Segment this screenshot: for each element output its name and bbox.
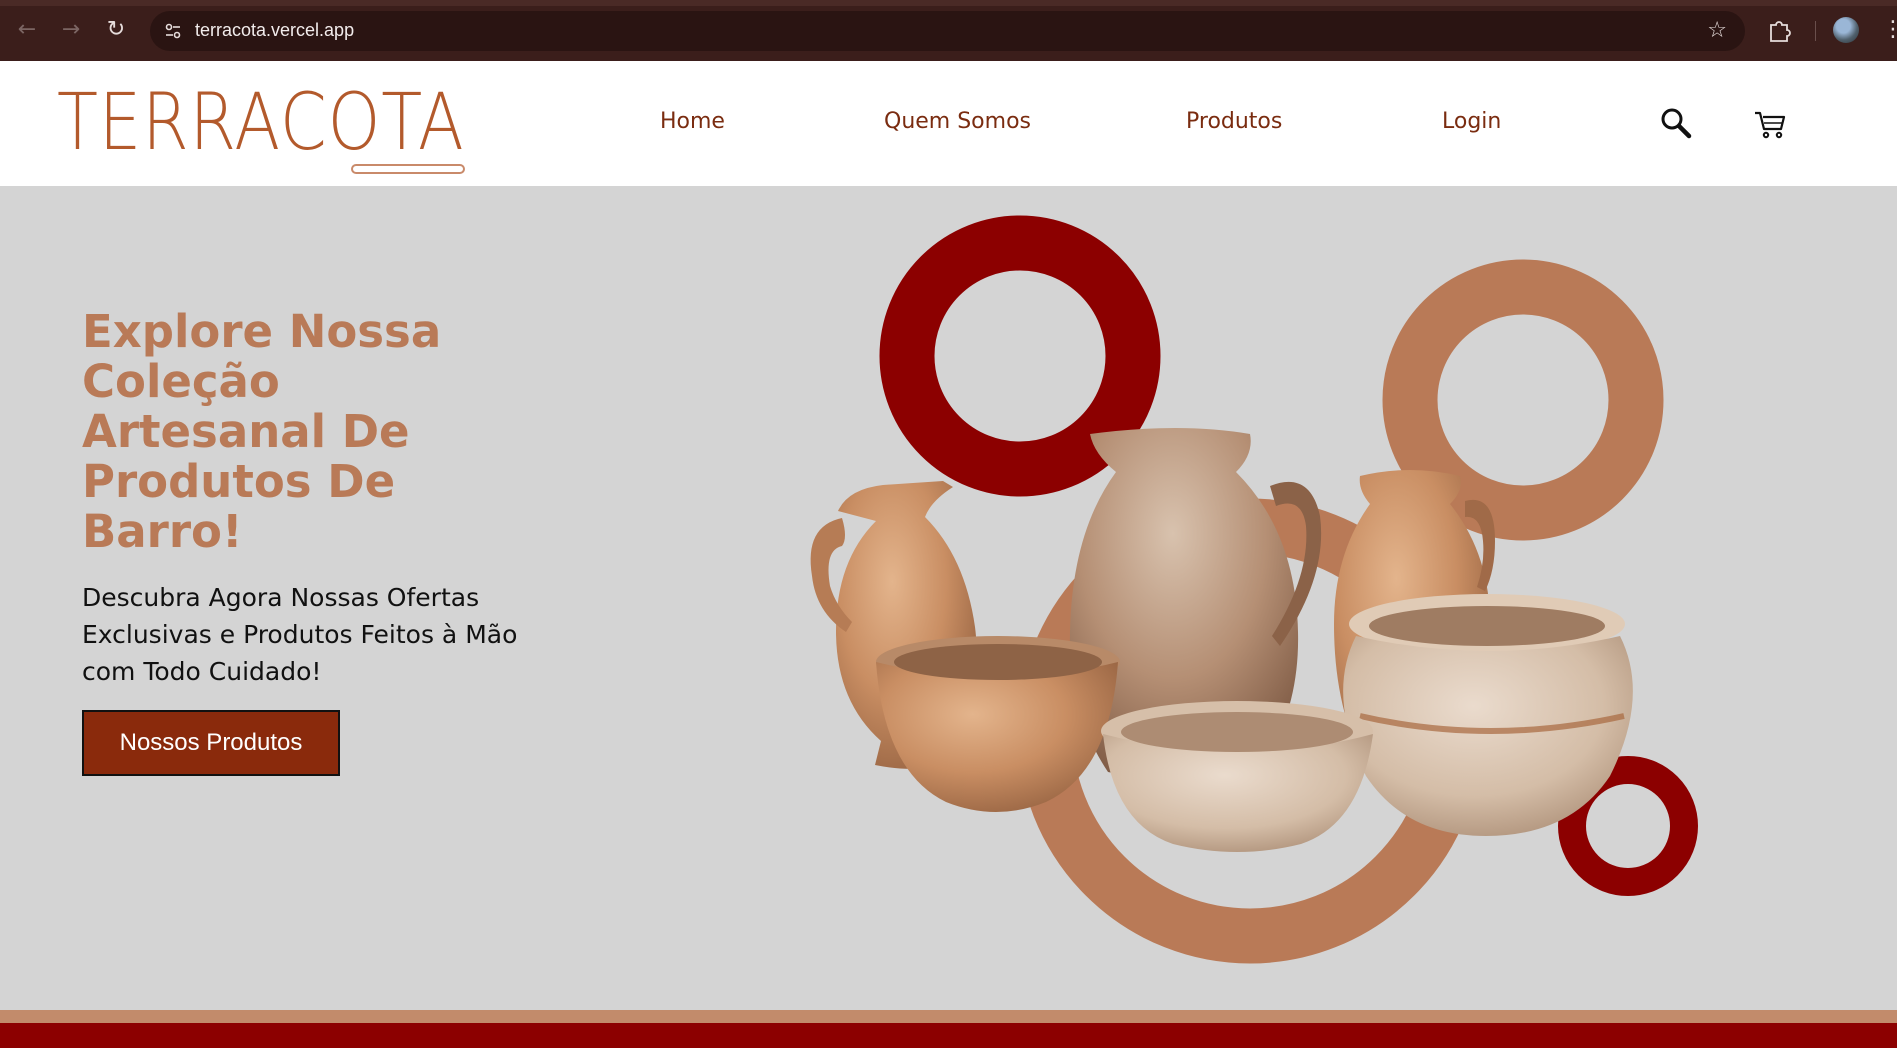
profile-avatar[interactable] (1833, 17, 1859, 43)
nossos-produtos-button[interactable]: Nossos Produtos (82, 710, 340, 776)
hero-subtitle: Descubra Agora Nossas Ofertas Exclusivas… (82, 583, 518, 686)
bowl-center (1101, 701, 1373, 852)
hero-title: Explore Nossa Coleção Artesanal De Produ… (82, 305, 442, 558)
tab-strip (0, 0, 1897, 6)
more-vertical-icon[interactable]: ⋮ (1882, 17, 1897, 43)
site-header: TERRACOTA Home Quem Somos Produtos Login (0, 61, 1897, 186)
back-arrow-icon[interactable]: ← (14, 17, 40, 43)
nav-home[interactable]: Home (660, 109, 725, 134)
logo-text: TERRACOTA (57, 78, 465, 168)
site-info-icon[interactable] (164, 22, 182, 40)
cart-icon[interactable] (1752, 106, 1788, 142)
star-icon[interactable]: ☆ (1707, 18, 1727, 43)
address-bar[interactable]: terracota.vercel.app ☆ (150, 11, 1745, 51)
url-text[interactable]: terracota.vercel.app (195, 20, 354, 41)
forward-arrow-icon[interactable]: → (58, 17, 84, 43)
pottery-illustration (810, 215, 1698, 964)
nav-quem-somos[interactable]: Quem Somos (884, 109, 1031, 134)
footer-strip-tan (0, 1010, 1897, 1023)
search-icon[interactable] (1658, 106, 1694, 142)
nav-login[interactable]: Login (1442, 109, 1501, 134)
nav-produtos[interactable]: Produtos (1186, 109, 1282, 134)
toolbar-separator (1815, 21, 1816, 41)
pot-right (1343, 594, 1633, 836)
footer-strip-red (0, 1023, 1897, 1048)
extensions-icon[interactable] (1766, 17, 1792, 43)
browser-toolbar: ← → ↻ terracota.vercel.app ☆ ⋮ (0, 0, 1897, 61)
reload-icon[interactable]: ↻ (103, 17, 129, 43)
logo-underline (351, 164, 465, 174)
logo[interactable]: TERRACOTA (57, 78, 467, 174)
bowl-left (876, 636, 1120, 812)
hero-section: Explore Nossa Coleção Artesanal De Produ… (0, 186, 1897, 1010)
